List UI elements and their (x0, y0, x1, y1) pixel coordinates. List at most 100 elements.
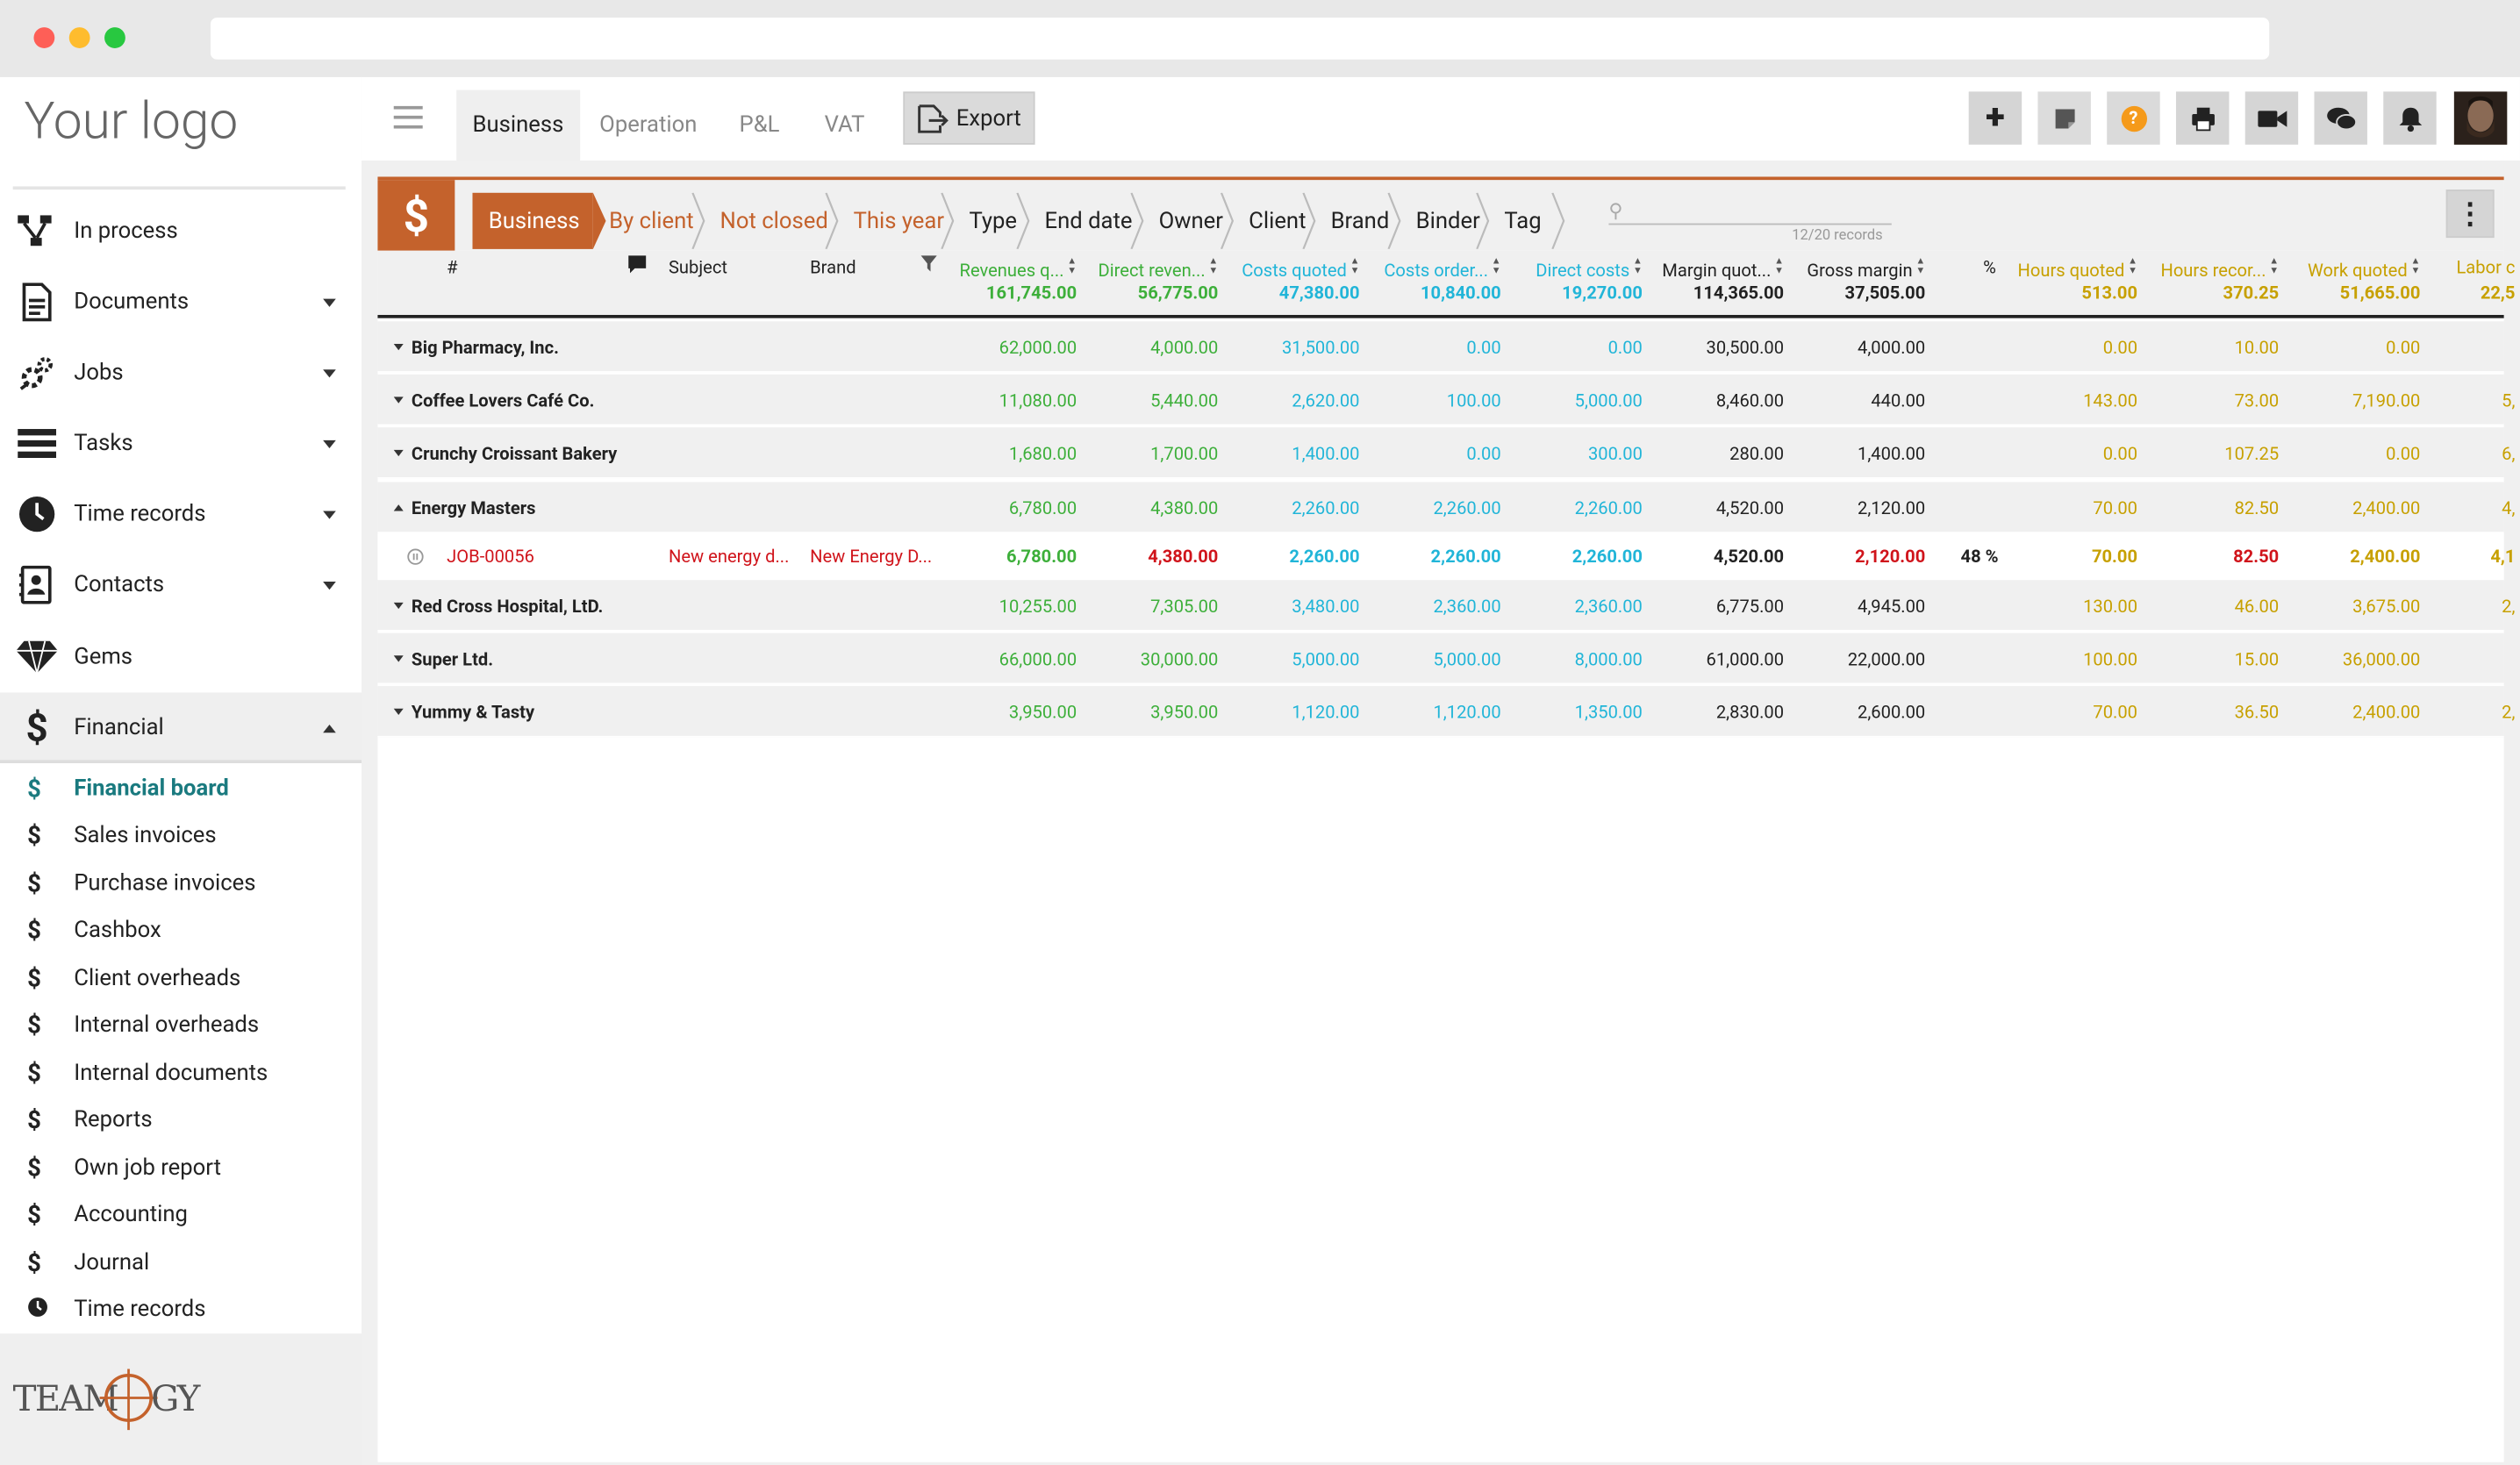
client-name[interactable]: Super Ltd. (393, 633, 493, 685)
tab-pl[interactable]: P&L (723, 90, 796, 161)
user-avatar[interactable] (2453, 91, 2508, 145)
sort-icon[interactable]: ▲▼ (2269, 257, 2280, 276)
chevron-down-icon[interactable] (323, 511, 336, 519)
sidebar-subitem-own-job-report[interactable]: $ Own job report (0, 1144, 362, 1190)
client-name[interactable]: Crunchy Croissant Bakery (393, 427, 617, 479)
menu-icon[interactable] (393, 105, 423, 129)
maximize-window-button[interactable] (104, 27, 125, 48)
chevron-down-icon[interactable] (323, 440, 336, 449)
column-header[interactable]: Brand (810, 257, 856, 278)
job-id[interactable]: JOB-00056 (447, 533, 534, 580)
column-header[interactable]: # (447, 257, 457, 278)
client-name[interactable]: Energy Masters (393, 482, 535, 533)
expand-icon[interactable] (393, 449, 404, 457)
video-button[interactable] (2244, 91, 2299, 145)
sort-icon[interactable]: ▲▼ (1915, 257, 1927, 276)
print-button[interactable] (2175, 91, 2230, 145)
filter-brand[interactable]: Brand (1318, 193, 1390, 249)
collapse-icon[interactable] (393, 504, 404, 511)
job-row[interactable]: JOB-00056 New energy d... New Energy D... 6… (377, 533, 2515, 581)
sidebar-item-jobs[interactable]: Jobs (0, 338, 362, 409)
filter-not-closed[interactable]: Not closed (707, 193, 828, 249)
sidebar-subitem-client-overheads[interactable]: $ Client overheads (0, 954, 362, 1001)
sidebar-subitem-internal-documents[interactable]: $ Internal documents (0, 1049, 362, 1096)
sidebar-subitem-accounting[interactable]: $ Accounting (0, 1191, 362, 1238)
expand-icon[interactable] (393, 655, 404, 662)
minimize-window-button[interactable] (68, 27, 90, 48)
sidebar-subitem-financial-board[interactable]: $ Financial board (0, 765, 362, 811)
job-status-icon[interactable] (406, 533, 424, 580)
client-name[interactable]: Red Cross Hospital, LtD. (393, 580, 603, 632)
sidebar-item-time-records[interactable]: Time records (0, 479, 362, 550)
filter-this-year[interactable]: This year (841, 193, 944, 249)
notes-button[interactable] (2037, 91, 2091, 145)
client-name[interactable]: Coffee Lovers Café Co. (393, 375, 594, 426)
sidebar-item-gems[interactable]: Gems (0, 622, 362, 693)
filter-end-date[interactable]: End date (1032, 193, 1133, 249)
filter-by-client[interactable]: By client (597, 193, 694, 249)
column-header[interactable]: Labor c (2456, 257, 2515, 278)
client-name[interactable]: Yummy & Tasty (393, 686, 534, 738)
search-input[interactable] (1608, 223, 1892, 225)
tab-vat[interactable]: VAT (808, 90, 880, 161)
column-header[interactable]: Hours quoted ▲▼ (2017, 257, 2139, 281)
filter-client[interactable]: Client (1236, 193, 1306, 249)
sidebar-item-financial[interactable]: $ Financial (0, 692, 362, 764)
client-name[interactable]: Big Pharmacy, Inc. (393, 321, 559, 373)
chevron-up-icon[interactable] (323, 725, 336, 733)
chevron-down-icon[interactable] (323, 369, 336, 378)
expand-icon[interactable] (393, 397, 404, 404)
notifications-button[interactable] (2383, 91, 2437, 145)
column-header[interactable]: Subject (669, 257, 727, 278)
client-group-row[interactable]: Yummy & Tasty 3,950.00 3,950.00 1,120.00 1,1… (377, 686, 2515, 738)
column-header[interactable]: Work quoted ▲▼ (2308, 257, 2422, 281)
filter-tag[interactable]: Tag (1492, 193, 1541, 249)
tab-business[interactable]: Business (456, 89, 580, 161)
sort-icon[interactable]: ▲▼ (2128, 257, 2139, 276)
help-button[interactable]: ? (2107, 91, 2160, 145)
sidebar-subitem-time-records[interactable]: Time records (0, 1286, 362, 1333)
sidebar-subitem-purchase-invoices[interactable]: $ Purchase invoices (0, 860, 362, 906)
sort-icon[interactable]: ▲▼ (1633, 257, 1644, 276)
add-button[interactable]: + (1968, 91, 2022, 145)
column-header[interactable]: Hours recor... ▲▼ (2160, 257, 2280, 281)
sidebar-subitem-reports[interactable]: $ Reports (0, 1097, 362, 1143)
sort-icon[interactable]: ▲▼ (2410, 257, 2422, 276)
filter-type[interactable]: Type (956, 193, 1017, 249)
expand-icon[interactable] (393, 343, 404, 351)
expand-icon[interactable] (393, 708, 404, 716)
chevron-down-icon[interactable] (323, 582, 336, 590)
filter-owner[interactable]: Owner (1146, 193, 1223, 249)
column-header[interactable]: Direct costs ▲▼ (1536, 257, 1643, 281)
sort-icon[interactable]: ▲▼ (1774, 257, 1786, 276)
filter-icon[interactable] (920, 255, 937, 276)
sidebar-subitem-cashbox[interactable]: $ Cashbox (0, 907, 362, 954)
column-header[interactable]: Costs quoted ▲▼ (1242, 257, 1362, 281)
sort-icon[interactable]: ▲▼ (1067, 257, 1078, 276)
filter-binder[interactable]: Binder (1403, 193, 1480, 249)
client-group-row[interactable]: Red Cross Hospital, LtD. 10,255.00 7,305.0… (377, 580, 2515, 632)
client-group-row[interactable]: Energy Masters 6,780.00 4,380.00 2,260.00 2,… (377, 482, 2515, 534)
client-group-row[interactable]: Big Pharmacy, Inc. 62,000.00 4,000.00 31,50… (377, 321, 2504, 373)
filter-business[interactable]: Business (472, 192, 593, 249)
sidebar-item-documents[interactable]: Documents (0, 267, 362, 338)
sort-icon[interactable]: ▲▼ (1350, 257, 1362, 276)
sidebar-subitem-sales-invoices[interactable]: $ Sales invoices (0, 812, 362, 859)
sidebar-subitem-internal-overheads[interactable]: $ Internal overheads (0, 1002, 362, 1048)
client-group-row[interactable]: Super Ltd. 66,000.00 30,000.00 5,000.00 5,00… (377, 632, 2504, 685)
client-group-row[interactable]: Crunchy Croissant Bakery 1,680.00 1,700.00… (377, 427, 2515, 479)
chevron-down-icon[interactable] (323, 298, 336, 307)
column-header[interactable]: Direct reven... ▲▼ (1099, 257, 1221, 281)
chat-button[interactable] (2314, 91, 2367, 145)
sidebar-item-contacts[interactable]: Contacts (0, 549, 362, 620)
column-header[interactable]: Margin quot... ▲▼ (1662, 257, 1786, 281)
column-header[interactable]: Revenues q... ▲▼ (960, 257, 1078, 281)
address-bar[interactable] (210, 18, 2270, 60)
sort-icon[interactable]: ▲▼ (1492, 257, 1503, 276)
more-options-button[interactable]: ⋮ (2445, 189, 2495, 239)
close-window-button[interactable] (33, 27, 55, 48)
expand-icon[interactable] (393, 602, 404, 610)
column-header[interactable]: Costs order... ▲▼ (1384, 257, 1503, 281)
sidebar-item-in-process[interactable]: In process (0, 196, 362, 267)
client-group-row[interactable]: Coffee Lovers Café Co. 11,080.00 5,440.00 2… (377, 374, 2515, 426)
